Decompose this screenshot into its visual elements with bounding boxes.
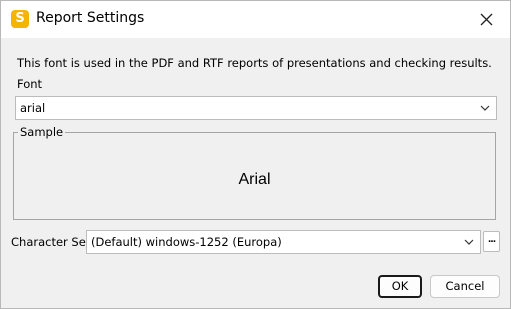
character-set-more-button[interactable]: ... bbox=[483, 231, 500, 252]
font-label: Font bbox=[17, 77, 43, 91]
close-button[interactable] bbox=[464, 1, 510, 38]
close-icon bbox=[480, 13, 493, 26]
chevron-down-icon bbox=[464, 239, 474, 245]
character-set-value: (Default) windows-1252 (Europa) bbox=[91, 235, 282, 249]
title-bar: S Report Settings bbox=[1, 1, 510, 38]
ok-button[interactable]: OK bbox=[378, 275, 422, 298]
description-text: This font is used in the PDF and RTF rep… bbox=[17, 56, 492, 70]
report-settings-dialog: S Report Settings This font is used in t… bbox=[0, 0, 511, 309]
character-set-label: Character Set bbox=[11, 235, 91, 249]
chevron-down-icon bbox=[480, 105, 490, 111]
sample-label: Sample bbox=[18, 125, 66, 139]
app-icon: S bbox=[11, 10, 29, 28]
font-select[interactable]: arial bbox=[15, 96, 497, 120]
sample-preview-text: Arial bbox=[238, 171, 271, 188]
font-select-value: arial bbox=[20, 101, 46, 115]
dialog-title: Report Settings bbox=[36, 10, 145, 26]
cancel-button[interactable]: Cancel bbox=[430, 275, 500, 298]
character-set-select[interactable]: (Default) windows-1252 (Europa) bbox=[86, 230, 481, 254]
